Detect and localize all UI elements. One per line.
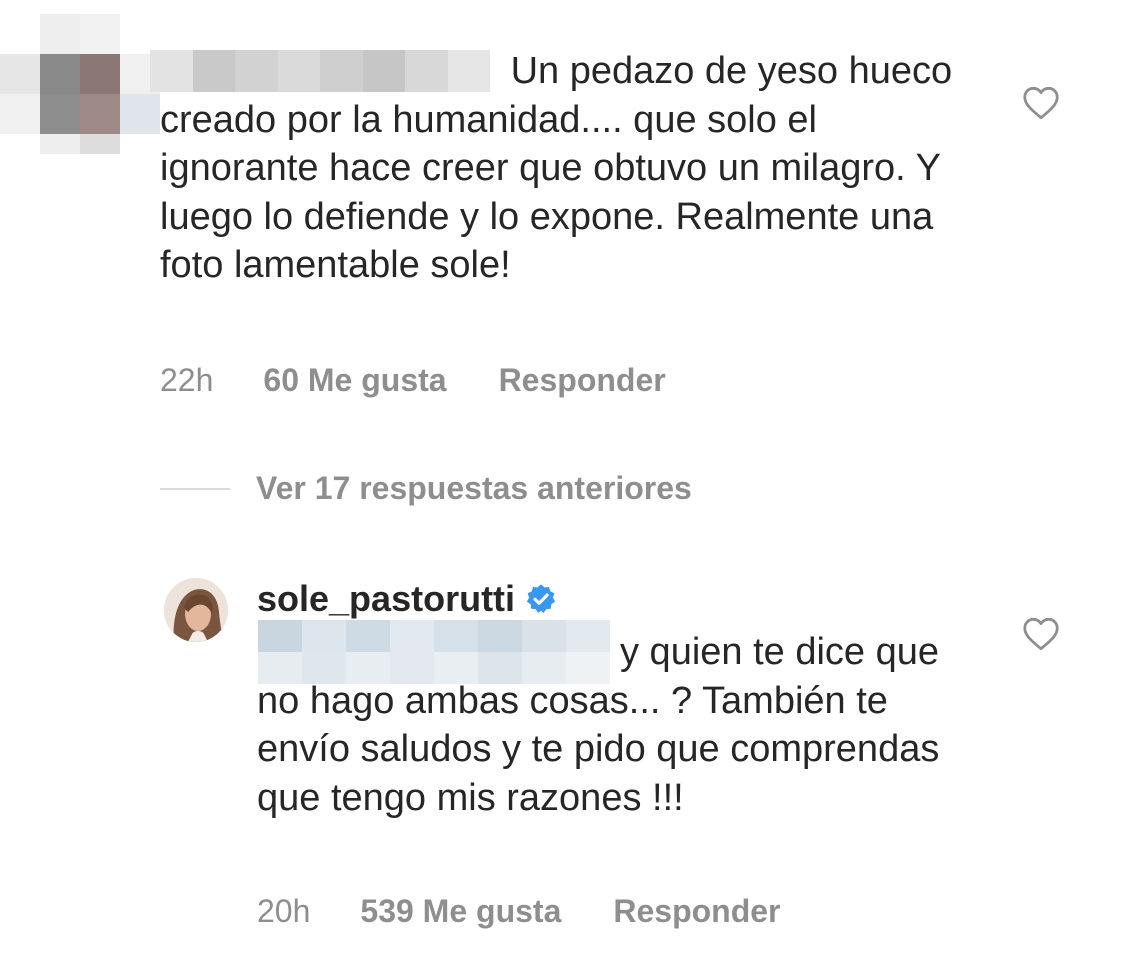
avatar-pixel (80, 54, 120, 94)
comment-text: Un pedazo de yeso hueco creado por la hu… (160, 47, 960, 290)
view-previous-replies[interactable]: Ver 17 respuestas anteriores (160, 470, 692, 507)
reply-likes[interactable]: 539 Me gusta (360, 893, 561, 930)
avatar-pixel (0, 94, 40, 134)
comment-reply-button[interactable]: Responder (499, 362, 666, 399)
reply-text: y quien te dice que no hago ambas cosas.… (257, 628, 977, 822)
avatar-pixel (80, 134, 120, 154)
avatar-pixel (80, 14, 120, 54)
avatar-pixel (120, 94, 160, 134)
reply-username-text[interactable]: sole_pastorutti (257, 578, 515, 620)
avatar-pixel (40, 94, 80, 134)
avatar-pixel (0, 54, 40, 94)
view-replies-label[interactable]: Ver 17 respuestas anteriores (256, 470, 692, 507)
avatar-pixel (40, 14, 80, 54)
reply-time: 20h (257, 893, 311, 929)
replies-divider-line (160, 487, 230, 490)
avatar-pixelated[interactable] (0, 14, 160, 154)
comment-meta: 22h 60 Me gusta Responder (160, 362, 666, 399)
avatar-pixel (40, 134, 80, 154)
comment-likes[interactable]: 60 Me gusta (263, 362, 446, 399)
reply-reply-button[interactable]: Responder (613, 893, 780, 930)
heart-outline-icon[interactable] (1022, 617, 1060, 651)
heart-outline-icon[interactable] (1022, 86, 1060, 120)
avatar-pixel (40, 54, 80, 94)
avatar-photo (164, 578, 228, 642)
comment-text-first-line: Un pedazo de yeso (510, 50, 839, 92)
avatar[interactable] (164, 578, 228, 642)
avatar-pixel (80, 94, 120, 134)
verified-badge-icon (526, 584, 556, 613)
reply-meta: 20h 539 Me gusta Responder (257, 893, 781, 930)
comment-time: 22h (160, 362, 214, 398)
reply-username[interactable]: sole_pastorutti (257, 578, 557, 620)
reply-text-first-line: y quien te dice (620, 631, 866, 673)
